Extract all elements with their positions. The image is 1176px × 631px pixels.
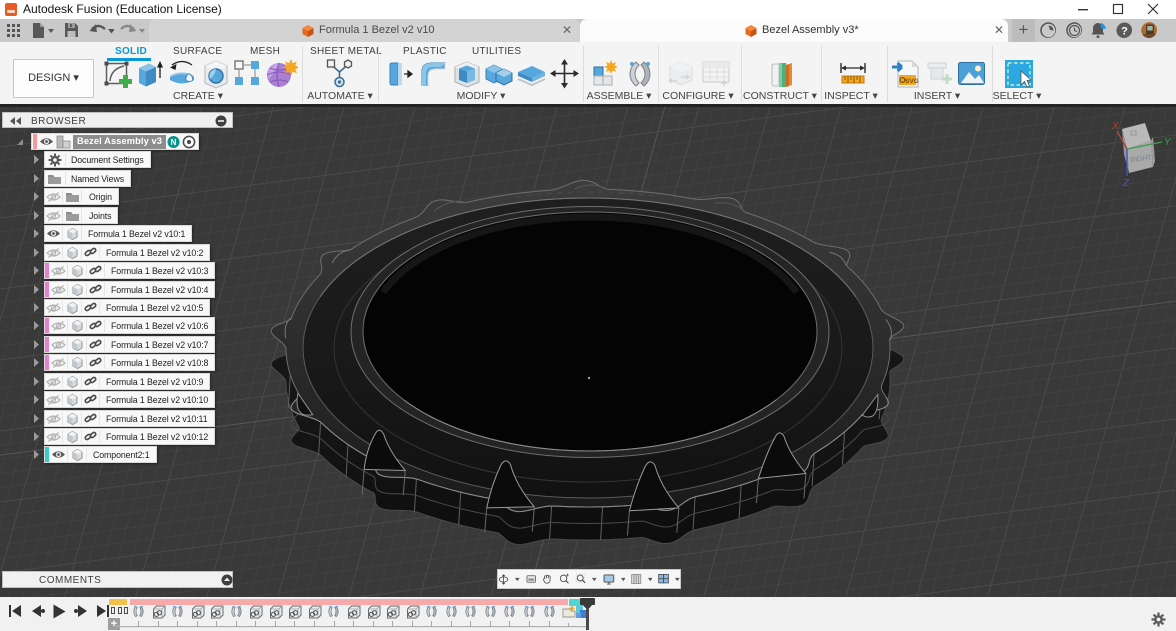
svg-text:SVG: SVG <box>905 78 919 85</box>
svg-text:?: ? <box>1121 26 1128 38</box>
svg-text:X: X <box>1111 121 1119 132</box>
svg-text:Y: Y <box>1164 137 1172 148</box>
svg-text:Z: Z <box>1122 178 1130 189</box>
svg-text:N: N <box>171 137 177 146</box>
